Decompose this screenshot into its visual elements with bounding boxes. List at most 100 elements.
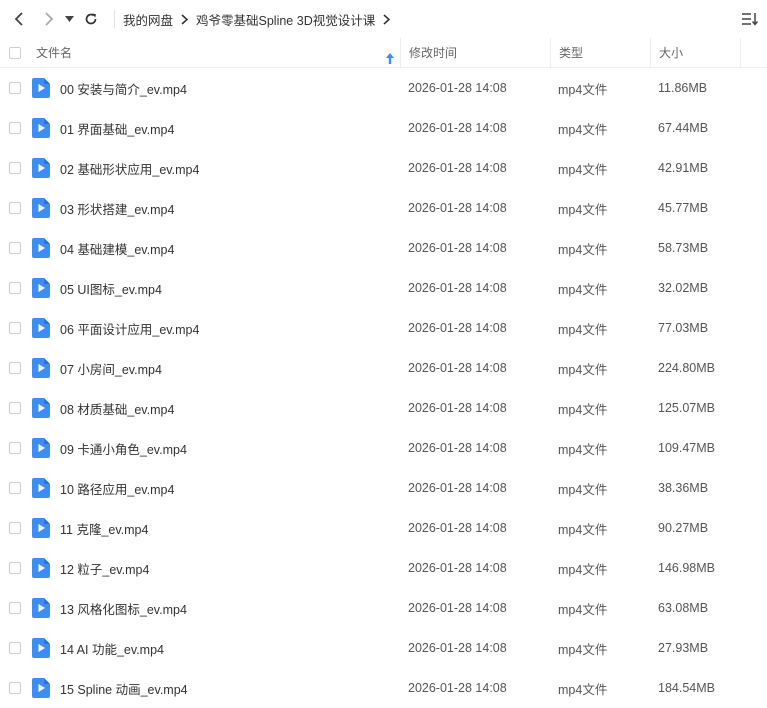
- column-header-name[interactable]: 文件名: [30, 44, 400, 64]
- row-check-cell: [0, 562, 30, 574]
- sort-ascending-icon: [386, 53, 394, 64]
- file-name[interactable]: 10 路径应用_ev.mp4: [60, 479, 174, 498]
- chevron-left-icon: [14, 12, 23, 26]
- video-file-icon: [32, 558, 50, 578]
- file-name[interactable]: 00 安装与简介_ev.mp4: [60, 79, 187, 98]
- forward-button[interactable]: [36, 6, 62, 32]
- column-header-modified[interactable]: 修改时间: [400, 37, 550, 68]
- file-name[interactable]: 02 基础形状应用_ev.mp4: [60, 159, 199, 178]
- file-modified: 2026-01-28 14:08: [408, 441, 507, 455]
- history-dropdown-button[interactable]: [62, 6, 76, 32]
- file-modified: 2026-01-28 14:08: [408, 241, 507, 255]
- file-name-cell: 02 基础形状应用_ev.mp4: [30, 158, 400, 178]
- video-file-icon: [32, 358, 50, 378]
- row-checkbox[interactable]: [9, 242, 21, 254]
- table-row[interactable]: 13 风格化图标_ev.mp4 2026-01-28 14:08 mp4文件 63.0…: [0, 588, 767, 628]
- file-name[interactable]: 11 克隆_ev.mp4: [60, 519, 148, 538]
- table-row[interactable]: 08 材质基础_ev.mp4 2026-01-28 14:08 mp4文件 125.0…: [0, 388, 767, 428]
- file-modified: 2026-01-28 14:08: [408, 561, 507, 575]
- column-header-type[interactable]: 类型: [550, 37, 650, 68]
- file-name-cell: 06 平面设计应用_ev.mp4: [30, 318, 400, 338]
- file-name[interactable]: 13 风格化图标_ev.mp4: [60, 599, 187, 618]
- file-name[interactable]: 12 粒子_ev.mp4: [60, 559, 149, 578]
- column-header-size-label: 大小: [659, 46, 684, 60]
- file-name-cell: 01 界面基础_ev.mp4: [30, 118, 400, 138]
- file-modified: 2026-01-28 14:08: [408, 601, 507, 615]
- row-checkbox[interactable]: [9, 122, 21, 134]
- video-file-icon: [32, 678, 50, 698]
- file-name[interactable]: 04 基础建模_ev.mp4: [60, 239, 174, 258]
- file-name[interactable]: 06 平面设计应用_ev.mp4: [60, 319, 199, 338]
- row-check-cell: [0, 122, 30, 134]
- table-row[interactable]: 11 克隆_ev.mp4 2026-01-28 14:08 mp4文件 90.27MB: [0, 508, 767, 548]
- row-checkbox[interactable]: [9, 562, 21, 574]
- table-row[interactable]: 00 安装与简介_ev.mp4 2026-01-28 14:08 mp4文件 11.8…: [0, 68, 767, 108]
- refresh-button[interactable]: [78, 6, 104, 32]
- table-row[interactable]: 01 界面基础_ev.mp4 2026-01-28 14:08 mp4文件 67.44…: [0, 108, 767, 148]
- row-checkbox[interactable]: [9, 82, 21, 94]
- row-checkbox[interactable]: [9, 362, 21, 374]
- table-row[interactable]: 04 基础建模_ev.mp4 2026-01-28 14:08 mp4文件 58.73…: [0, 228, 767, 268]
- row-checkbox[interactable]: [9, 282, 21, 294]
- file-name[interactable]: 08 材质基础_ev.mp4: [60, 399, 174, 418]
- back-button[interactable]: [6, 6, 32, 32]
- row-check-cell: [0, 482, 30, 494]
- file-size: 11.86MB: [658, 81, 708, 95]
- table-row[interactable]: 12 粒子_ev.mp4 2026-01-28 14:08 mp4文件 146.98M…: [0, 548, 767, 588]
- file-type: mp4文件: [558, 402, 608, 417]
- row-check-cell: [0, 682, 30, 694]
- row-checkbox[interactable]: [9, 322, 21, 334]
- table-row[interactable]: 06 平面设计应用_ev.mp4 2026-01-28 14:08 mp4文件 77.…: [0, 308, 767, 348]
- table-row[interactable]: 15 Spline 动画_ev.mp4 2026-01-28 14:08 mp4文件…: [0, 668, 767, 708]
- file-type: mp4文件: [558, 242, 608, 257]
- column-header-size[interactable]: 大小: [650, 37, 740, 68]
- file-name-cell: 08 材质基础_ev.mp4: [30, 398, 400, 418]
- select-all-checkbox[interactable]: [9, 46, 21, 59]
- row-check-cell: [0, 442, 30, 454]
- row-checkbox[interactable]: [9, 602, 21, 614]
- file-name[interactable]: 15 Spline 动画_ev.mp4: [60, 679, 188, 698]
- row-checkbox[interactable]: [9, 482, 21, 494]
- file-name[interactable]: 07 小房间_ev.mp4: [60, 359, 162, 378]
- file-name-cell: 10 路径应用_ev.mp4: [30, 478, 400, 498]
- file-size: 90.27MB: [658, 521, 709, 535]
- file-size: 224.80MB: [658, 361, 715, 375]
- file-name[interactable]: 05 UI图标_ev.mp4: [60, 279, 162, 298]
- file-size: 38.36MB: [658, 481, 709, 495]
- row-checkbox[interactable]: [9, 202, 21, 214]
- file-type: mp4文件: [558, 362, 608, 377]
- row-checkbox[interactable]: [9, 682, 21, 694]
- file-name[interactable]: 14 AI 功能_ev.mp4: [60, 639, 164, 658]
- file-name[interactable]: 01 界面基础_ev.mp4: [60, 119, 174, 138]
- table-row[interactable]: 03 形状搭建_ev.mp4 2026-01-28 14:08 mp4文件 45.77…: [0, 188, 767, 228]
- file-size: 67.44MB: [658, 121, 709, 135]
- video-file-icon: [32, 118, 50, 138]
- table-row[interactable]: 10 路径应用_ev.mp4 2026-01-28 14:08 mp4文件 38.36…: [0, 468, 767, 508]
- sort-menu-button[interactable]: [741, 10, 759, 28]
- row-checkbox[interactable]: [9, 162, 21, 174]
- refresh-icon: [85, 13, 97, 25]
- table-row[interactable]: 09 卡通小角色_ev.mp4 2026-01-28 14:08 mp4文件 109.…: [0, 428, 767, 468]
- table-row[interactable]: 02 基础形状应用_ev.mp4 2026-01-28 14:08 mp4文件 42.…: [0, 148, 767, 188]
- file-modified: 2026-01-28 14:08: [408, 121, 507, 135]
- column-header-filler: [740, 37, 767, 68]
- video-file-icon: [32, 318, 50, 338]
- file-name-cell: 13 风格化图标_ev.mp4: [30, 598, 400, 618]
- file-name[interactable]: 09 卡通小角色_ev.mp4: [60, 439, 187, 458]
- file-type: mp4文件: [558, 642, 608, 657]
- breadcrumb-item-root[interactable]: 我的网盘: [123, 10, 173, 29]
- video-file-icon: [32, 158, 50, 178]
- row-check-cell: [0, 522, 30, 534]
- row-checkbox[interactable]: [9, 402, 21, 414]
- table-row[interactable]: 05 UI图标_ev.mp4 2026-01-28 14:08 mp4文件 32.02…: [0, 268, 767, 308]
- row-checkbox[interactable]: [9, 442, 21, 454]
- file-type: mp4文件: [558, 322, 608, 337]
- file-size: 77.03MB: [658, 321, 709, 335]
- breadcrumb-item-current[interactable]: 鸡爷零基础Spline 3D视觉设计课: [196, 10, 375, 29]
- row-checkbox[interactable]: [9, 642, 21, 654]
- table-row[interactable]: 07 小房间_ev.mp4 2026-01-28 14:08 mp4文件 224.80…: [0, 348, 767, 388]
- file-name[interactable]: 03 形状搭建_ev.mp4: [60, 199, 174, 218]
- table-row[interactable]: 14 AI 功能_ev.mp4 2026-01-28 14:08 mp4文件 27.9…: [0, 628, 767, 668]
- file-type: mp4文件: [558, 202, 608, 217]
- row-checkbox[interactable]: [9, 522, 21, 534]
